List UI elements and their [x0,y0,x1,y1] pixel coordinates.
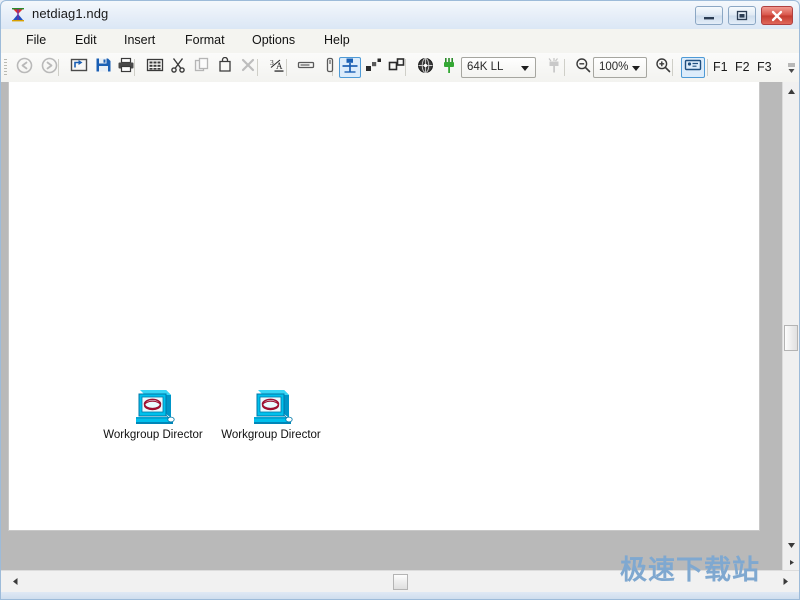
zoom-in-icon [655,57,671,78]
vertical-scrollbar-thumb[interactable] [784,325,798,351]
node-label: Workgroup Director [221,429,321,441]
green-connector-icon [442,57,456,79]
delete-button[interactable] [237,57,259,78]
window-title: netdiag1.ndg [32,6,109,21]
function-key-f3[interactable]: F3 [757,60,772,74]
card-slot-icon [325,57,335,78]
font-button[interactable]: 3 A [266,57,288,78]
scroll-right-arrow-icon [782,573,789,591]
nodes-arrange-icon [388,57,406,78]
zoom-level-value: 100% [599,61,629,73]
toolbar-separator [707,59,708,76]
zoom-out-icon [575,57,591,78]
open-button[interactable] [68,57,90,78]
back-arrow-icon [16,57,33,79]
select-node-button[interactable] [339,57,361,78]
diagram-canvas[interactable]: Workgroup Director Workgroup Director [8,82,760,531]
application-window: netdiag1.ndg File Edit Insert Format Opt… [0,0,800,600]
delete-x-icon [240,57,256,78]
function-key-f2[interactable]: F2 [735,60,750,74]
print-button[interactable] [115,57,137,78]
link-button[interactable] [295,57,317,78]
forward-arrow-icon [41,57,58,79]
connector-button[interactable] [438,57,460,78]
diagram-node[interactable]: Workgroup Director [98,386,208,441]
horizontal-scrollbar[interactable] [1,570,799,592]
nodes-group-icon [365,57,383,78]
scroll-down-extra-button[interactable] [783,553,799,570]
menu-item-options[interactable]: Options [245,32,302,51]
chevron-down-icon [521,66,529,71]
zoom-out-button[interactable] [572,57,594,78]
zoom-level-combo[interactable]: 100% [593,57,647,78]
window-bottom-edge [1,592,799,599]
cut-button[interactable] [167,57,189,78]
node-label: Workgroup Director [103,429,203,441]
label-note-icon [684,58,702,77]
menu-item-insert[interactable]: Insert [117,32,162,51]
link-bar-icon [297,58,315,77]
open-folder-icon [70,57,88,78]
crosshair-node-icon [341,57,359,79]
menu-item-format[interactable]: Format [178,32,232,51]
copy-button[interactable] [191,57,213,78]
function-key-f1[interactable]: F1 [713,60,728,74]
card-button[interactable] [319,57,341,78]
link-type-icon [546,57,562,79]
scroll-up-arrow-icon [787,82,796,100]
globe-network-icon [417,57,434,79]
link-speed-combo[interactable]: 64K LL [461,57,536,78]
scroll-up-button[interactable] [783,82,799,99]
vertical-scrollbar[interactable] [782,82,799,570]
back-button[interactable] [13,57,35,78]
save-button[interactable] [92,57,114,78]
rack-columns-icon [146,57,164,78]
zoom-in-button[interactable] [652,57,674,78]
horizontal-scrollbar-thumb[interactable] [393,574,408,590]
diagram-node[interactable]: Workgroup Director [216,386,326,441]
scroll-right-button[interactable] [777,573,793,590]
paste-button[interactable] [214,56,236,78]
paste-icon [217,56,233,78]
save-disk-icon [95,57,112,78]
menu-bar: File Edit Insert Format Options Help [1,29,799,54]
toolbar-overflow-icon[interactable] [787,61,796,75]
network-diagram-icon [10,7,26,23]
workgroup-director-icon [130,386,176,428]
client-area: Workgroup Director Workgroup Director [1,82,799,570]
menu-item-file[interactable]: File [19,32,53,51]
close-icon [762,7,792,24]
menu-item-help[interactable]: Help [317,32,357,51]
forward-button[interactable] [38,57,60,78]
scroll-down-button[interactable] [783,536,799,553]
link-type-button[interactable] [543,57,565,78]
inventory-button[interactable] [144,57,166,78]
maximize-icon [729,7,755,24]
workgroup-director-icon [248,386,294,428]
title-bar: netdiag1.ndg [1,1,799,29]
network-globe-button[interactable] [414,57,436,78]
scroll-left-arrow-icon [12,573,19,591]
scroll-down-arrow-icon [787,536,796,554]
group-nodes-button[interactable] [363,57,385,78]
scroll-down-arrow-icon [787,553,796,571]
toolbar-grip[interactable] [4,59,7,76]
menu-item-edit[interactable]: Edit [68,32,104,51]
minimize-icon [696,7,722,24]
printer-icon [117,57,135,78]
font-underline-icon: 3 A [269,57,286,78]
toolbar: 3 A 64K LL 100% F1 F2 F3 [1,53,799,83]
copy-icon [194,57,210,78]
maximize-button[interactable] [728,6,756,25]
link-speed-value: 64K LL [467,61,504,73]
label-note-button[interactable] [681,57,705,78]
chevron-down-icon [632,66,640,71]
minimize-button[interactable] [695,6,723,25]
scroll-left-button[interactable] [7,573,23,590]
scissors-icon [170,57,186,78]
close-button[interactable] [761,6,793,25]
arrange-nodes-button[interactable] [386,57,408,78]
